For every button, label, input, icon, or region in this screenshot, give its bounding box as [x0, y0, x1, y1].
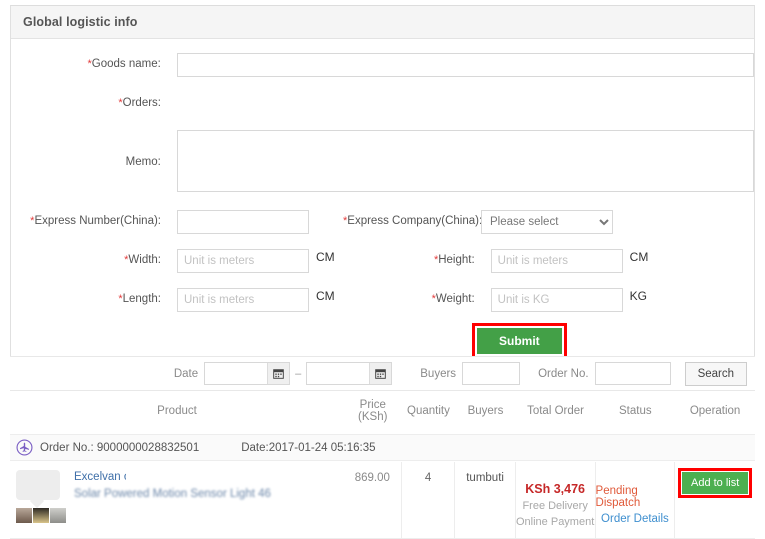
goods-name-label: *Goods name:: [87, 58, 161, 70]
weight-group: *Weight: KG: [353, 288, 647, 312]
price-cell: 869.00: [344, 462, 402, 538]
calendar-glyph: [375, 369, 387, 379]
order-group-header: Order No.: 9000000028832501 Date:2017-01…: [10, 434, 755, 461]
product-cell: Excelvan oof Wireless Solar Powered Moti…: [10, 462, 344, 538]
date-from-field[interactable]: [204, 362, 291, 385]
length-group: *Length: CM: [11, 288, 335, 312]
height-label: *Height:: [433, 254, 475, 266]
form-row-express: *Express Number(China): *Express Company…: [11, 210, 754, 234]
page-root: Global logistic info *Goods name: *Order…: [0, 0, 765, 539]
orders-label: *Orders:: [118, 97, 161, 109]
length-label: *Length:: [118, 293, 161, 305]
status-badge: Pending Dispatch: [595, 485, 641, 509]
express-number-label: *Express Number(China):: [30, 215, 161, 227]
date-filter-label: Date: [173, 367, 199, 380]
submit-button[interactable]: Submit: [477, 328, 562, 354]
product-name-block: Excelvan oof Wireless Solar Powered Moti…: [68, 469, 271, 502]
quantity-cell: 4: [402, 462, 456, 538]
global-logistic-panel: Global logistic info *Goods name: *Order…: [10, 5, 755, 361]
product-name-line1[interactable]: Excelvan oof Wireless: [74, 469, 271, 485]
width-group: *Width: CM: [11, 249, 335, 273]
redaction-overlay: [126, 469, 244, 484]
goods-name-input[interactable]: [176, 53, 754, 77]
column-header-buyers: Buyers: [467, 405, 504, 417]
product-name-line2[interactable]: Solar Powered Motion Sensor Light 46: [74, 487, 271, 502]
column-header-quantity: Quantity: [407, 405, 450, 417]
form-row-width-height: *Width: CM *Height: CM: [11, 249, 754, 273]
form-row-memo: Memo:: [11, 130, 754, 192]
express-company-select[interactable]: Please select: [481, 210, 613, 234]
order-no-filter-label: Order No.: [538, 367, 589, 380]
delivery-note: Free Delivery: [522, 500, 588, 512]
calendar-icon[interactable]: [369, 363, 392, 384]
date-to-input[interactable]: [307, 363, 370, 384]
width-label: *Width:: [124, 254, 161, 266]
search-filter-bar: Date – Buyers Order No. Search: [10, 356, 755, 391]
width-input[interactable]: [177, 249, 309, 273]
product-thumbnail[interactable]: [50, 508, 66, 523]
form-row-goods-name: *Goods name:: [11, 53, 754, 77]
submit-highlight-box: Submit: [472, 323, 567, 359]
buyers-filter-input[interactable]: [462, 362, 521, 385]
order-details-link[interactable]: Order Details: [601, 513, 669, 525]
page-title: Global logistic info: [23, 15, 138, 29]
date-range-separator: –: [295, 367, 302, 380]
column-header-operation: Operation: [689, 405, 741, 417]
weight-unit: KG: [629, 289, 648, 303]
calendar-icon[interactable]: [267, 363, 290, 384]
search-button[interactable]: Search: [684, 361, 747, 386]
length-unit: CM: [316, 289, 335, 303]
column-header-status: Status: [619, 405, 652, 417]
height-group: *Height: CM: [353, 249, 649, 273]
status-cell: Pending Dispatch Order Details: [596, 462, 676, 538]
width-unit: CM: [316, 250, 335, 264]
operation-cell: Add to list: [675, 462, 755, 538]
product-main-image[interactable]: [16, 470, 60, 500]
weight-input[interactable]: [490, 288, 623, 312]
order-number-label: Order No.: 9000000028832501: [40, 441, 200, 454]
calendar-glyph: [273, 369, 284, 379]
buyers-filter-label: Buyers: [420, 367, 457, 380]
order-date-label: Date:2017-01-24 05:16:35: [241, 441, 376, 454]
form-row-length-weight: *Length: CM *Weight: KG: [11, 288, 754, 312]
date-to-field[interactable]: [306, 362, 393, 385]
add-to-list-button[interactable]: Add to list: [682, 472, 749, 494]
height-input[interactable]: [490, 249, 623, 273]
express-number-input[interactable]: [177, 210, 309, 234]
memo-textarea[interactable]: [176, 130, 754, 192]
length-input[interactable]: [177, 288, 309, 312]
express-company-group: *Express Company(China): Please select: [343, 210, 613, 234]
column-header-total-order: Total Order: [527, 405, 584, 417]
total-amount: KSh 3,476: [525, 482, 586, 496]
table-header-row: Product Price (KSh) Quantity Buyers Tota…: [10, 398, 755, 424]
weight-label: *Weight:: [431, 293, 475, 305]
buyer-cell: tumbuti: [455, 462, 516, 538]
order-no-filter-input[interactable]: [594, 362, 671, 385]
express-company-label: *Express Company(China):: [343, 215, 483, 227]
height-unit: CM: [629, 250, 649, 264]
panel-header: Global logistic info: [11, 6, 754, 39]
memo-label: Memo:: [125, 156, 161, 168]
product-thumbnail[interactable]: [16, 508, 32, 523]
airplane-circle-icon: [16, 439, 33, 456]
payment-note: Online Payment: [516, 516, 595, 528]
column-header-product: Product: [157, 405, 197, 417]
add-to-list-highlight-box: Add to list: [678, 468, 753, 498]
panel-body: *Goods name: *Orders: Memo: *Express Num…: [11, 39, 754, 360]
column-header-price: Price (KSh): [358, 399, 388, 423]
form-row-orders: *Orders:: [11, 92, 754, 112]
product-thumbnail-strip: [16, 508, 68, 523]
express-number-group: *Express Number(China):: [11, 210, 309, 234]
product-images: [16, 470, 68, 523]
product-thumbnail[interactable]: [33, 508, 49, 523]
total-order-cell: KSh 3,476 Free Delivery Online Payment: [516, 462, 596, 538]
date-from-input[interactable]: [205, 363, 268, 384]
table-row: Excelvan oof Wireless Solar Powered Moti…: [10, 462, 755, 539]
